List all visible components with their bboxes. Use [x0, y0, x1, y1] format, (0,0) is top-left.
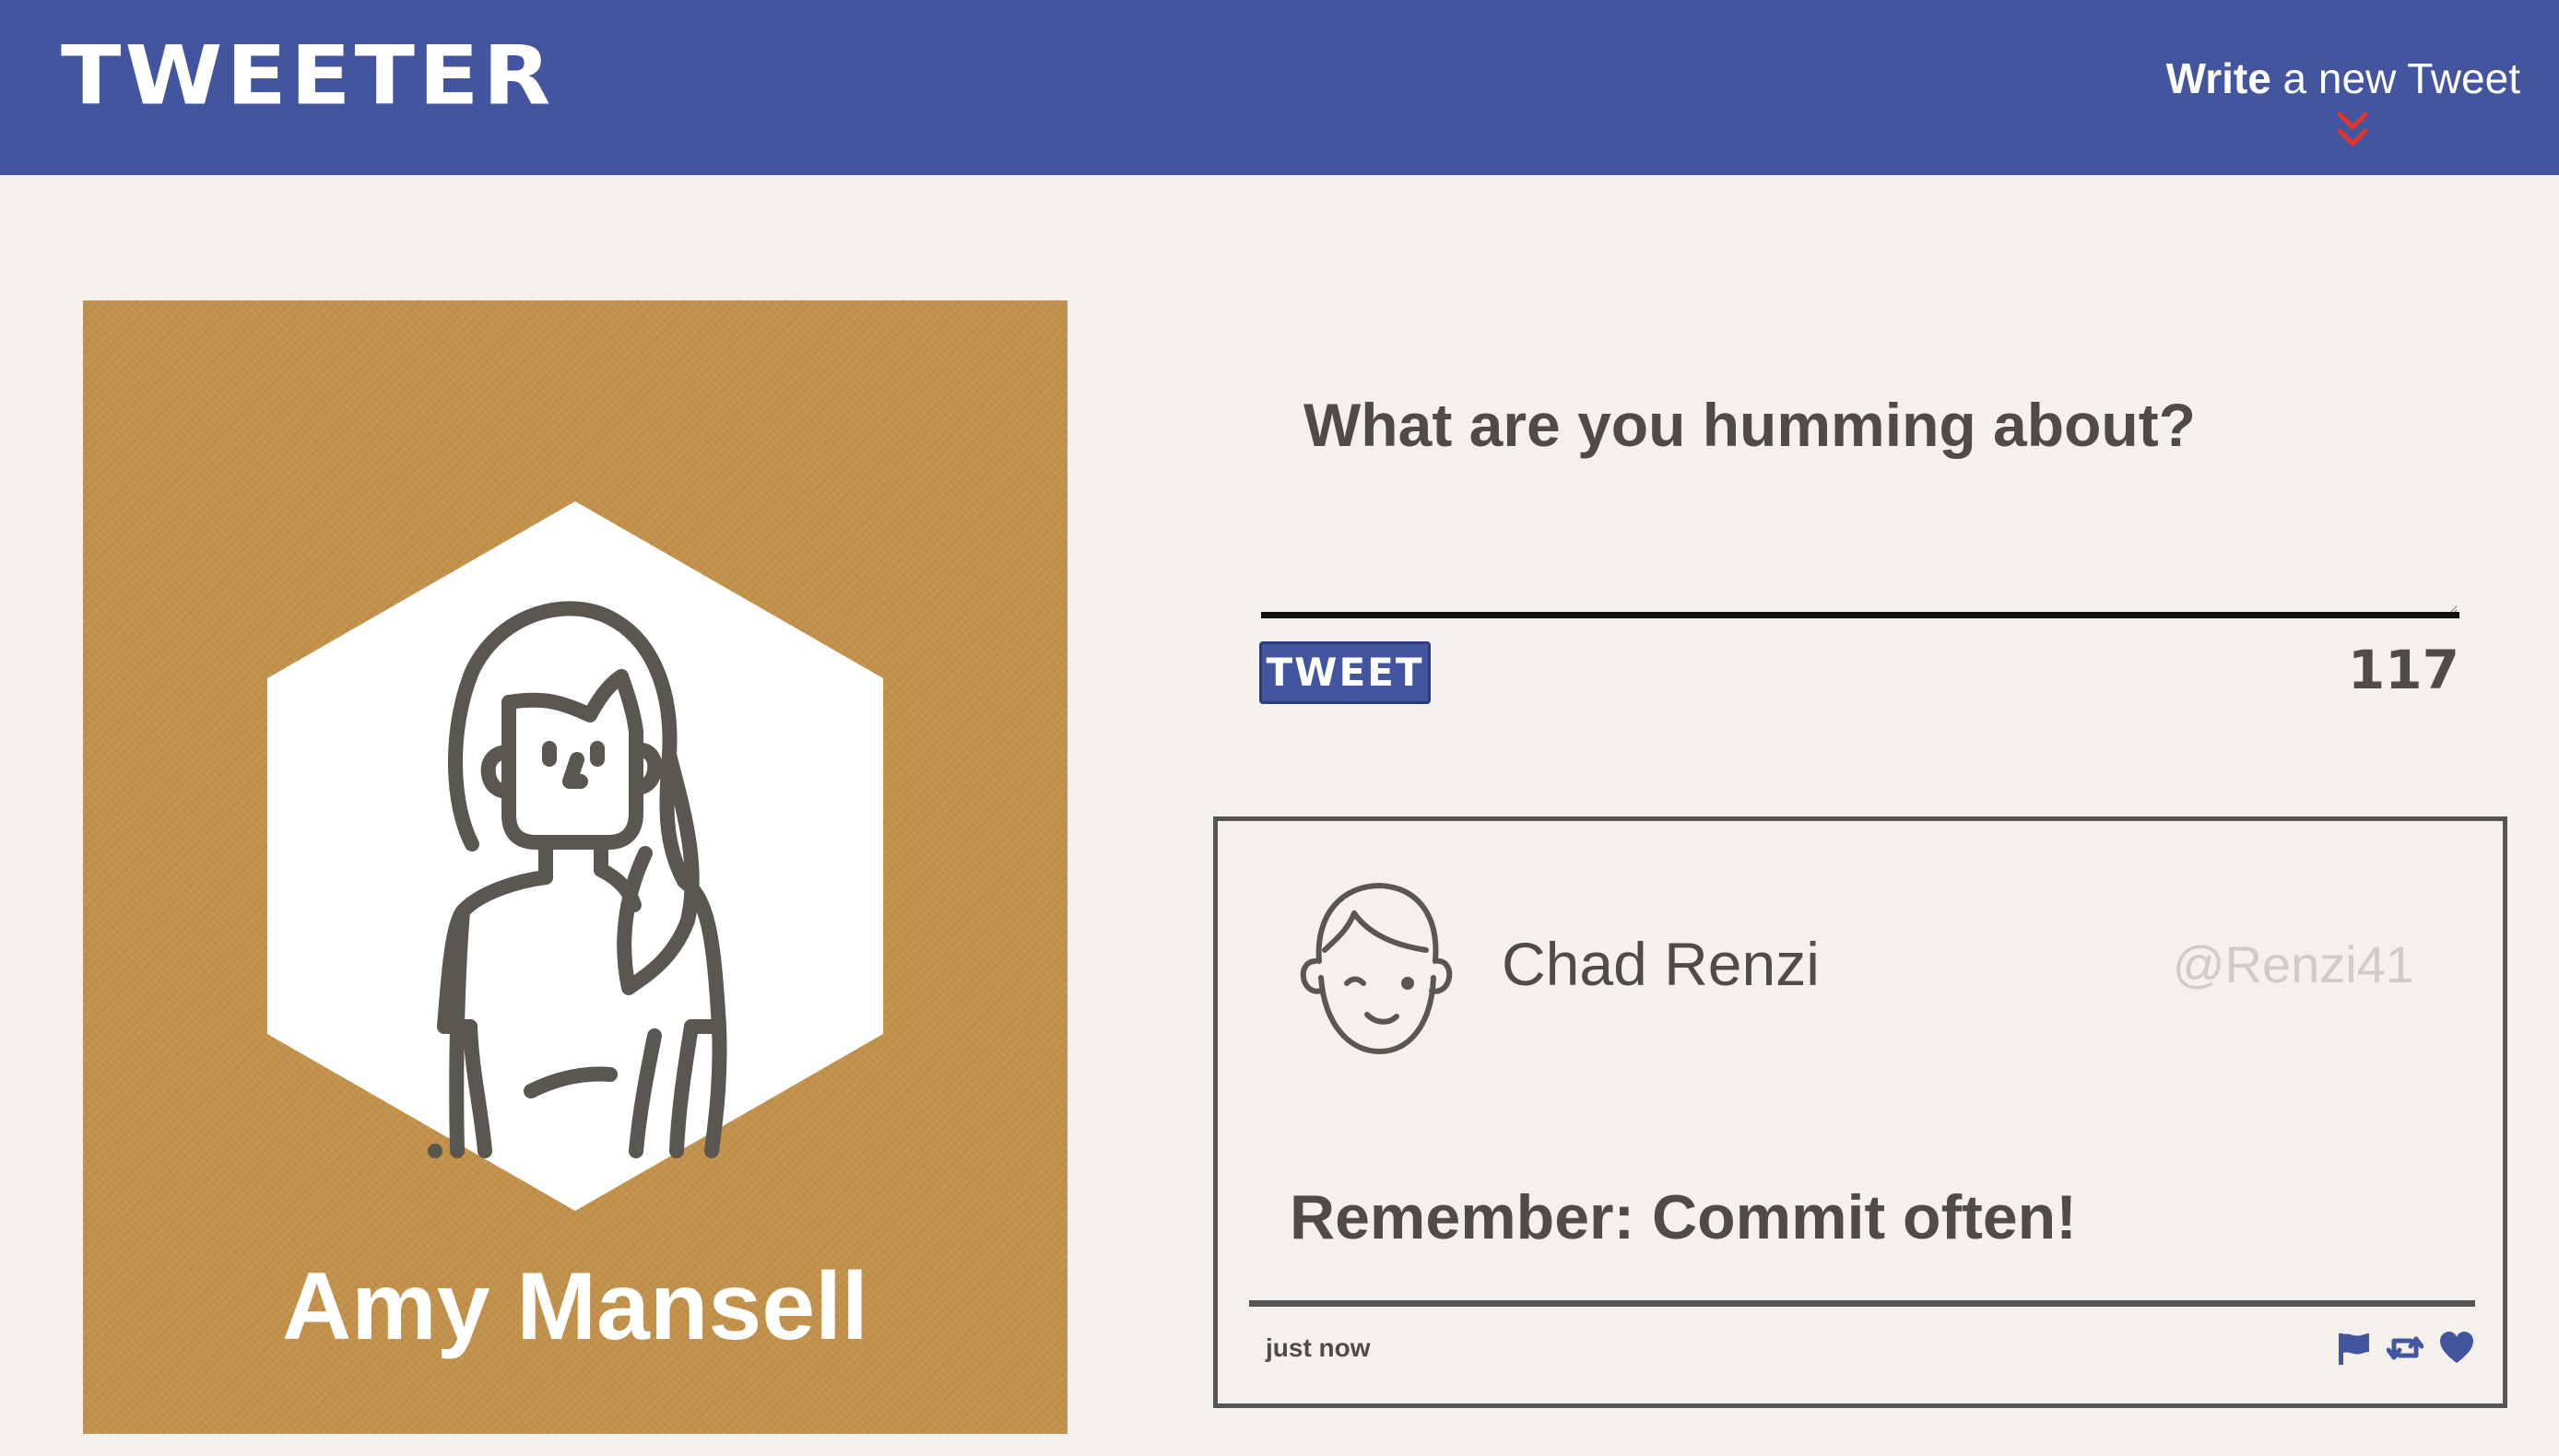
- composer-prompt: What are you humming about?: [1303, 391, 2196, 459]
- brand-logo[interactable]: TWEETER: [61, 35, 555, 116]
- tweet-actions: [2335, 1326, 2475, 1370]
- double-chevron-down-icon[interactable]: [2334, 109, 2371, 153]
- flag-icon[interactable]: [2335, 1330, 2372, 1367]
- top-nav: TWEETER Write a new Tweet: [0, 0, 2559, 175]
- heart-icon[interactable]: [2438, 1330, 2475, 1367]
- char-counter: 117: [2347, 639, 2459, 701]
- composer-underline: [1261, 612, 2459, 618]
- write-new-tweet-link[interactable]: Write a new Tweet: [2166, 57, 2520, 100]
- profile-name: Amy Mansell: [282, 1253, 868, 1360]
- tweet-text: Remember: Commit often!: [1290, 1182, 2077, 1252]
- tweet-author-name: Chad Renzi: [1502, 930, 1820, 998]
- tweet-textarea[interactable]: [1261, 479, 2458, 614]
- compose-label-bold: Write: [2165, 54, 2271, 102]
- tweet-author-handle: @Renzi41: [2172, 935, 2414, 993]
- user-avatar-icon: [1300, 883, 1453, 1054]
- tweet-timestamp: just now: [1266, 1333, 1371, 1362]
- tweet-submit-button[interactable]: TWEET: [1259, 641, 1431, 704]
- tweet-card: Chad Renzi @Renzi41 Remember: Commit oft…: [1213, 816, 2507, 1408]
- tweet-divider: [1249, 1300, 2475, 1307]
- retweet-icon[interactable]: [2387, 1330, 2423, 1367]
- profile-card: Amy Mansell: [83, 300, 1067, 1434]
- profile-avatar-icon: [267, 501, 883, 1211]
- compose-label-rest: a new Tweet: [2270, 54, 2520, 102]
